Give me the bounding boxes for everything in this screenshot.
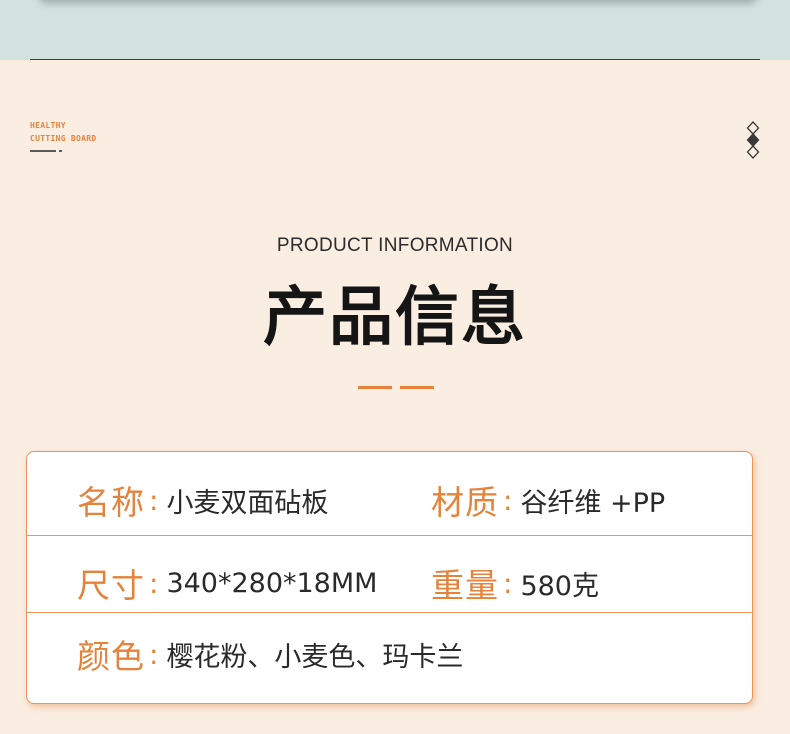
section-title-en: PRODUCT INFORMATION [276,235,514,256]
info-material-value: 谷纤维 +PP [520,487,666,519]
info-colon: : [149,483,159,517]
info-size-label: 尺寸 [77,566,145,605]
info-name-label: 名称 [77,483,145,522]
brand-block: HEALTHY CUTTING BOARD [30,118,97,152]
info-color-label: 颜色 [77,637,145,676]
row-divider [27,612,752,613]
info-material: 材质 : 谷纤维 +PP [431,480,666,522]
top-band [0,0,790,60]
info-color-value: 樱花粉、小麦色、玛卡兰 [166,641,464,673]
diamond-chain-icon [746,121,760,159]
info-size: 尺寸 : 340*280*18MM [77,563,378,605]
info-colon: : [149,566,159,600]
info-colon: : [503,566,513,600]
info-colon: : [149,637,159,671]
product-info-card: 名称 : 小麦双面砧板 材质 : 谷纤维 +PP 尺寸 : 340*280*18… [26,451,753,704]
section-title-cn: 产品信息 [263,281,527,355]
brand-line-2: CUTTING BOARD [30,134,97,143]
top-divider [30,59,760,60]
info-material-label: 材质 [431,483,499,522]
info-name-value: 小麦双面砧板 [166,487,329,519]
info-weight-label: 重量 [431,566,499,605]
info-colon: : [503,483,513,517]
brand-underline [30,150,97,152]
info-weight: 重量 : 580克 [431,563,599,605]
title-dashes [358,386,434,389]
row-divider [27,535,752,536]
info-weight-value: 580克 [520,570,599,602]
info-size-value: 340*280*18MM [166,567,378,599]
info-color: 颜色 : 樱花粉、小麦色、玛卡兰 [77,634,464,676]
info-name: 名称 : 小麦双面砧板 [77,480,329,522]
